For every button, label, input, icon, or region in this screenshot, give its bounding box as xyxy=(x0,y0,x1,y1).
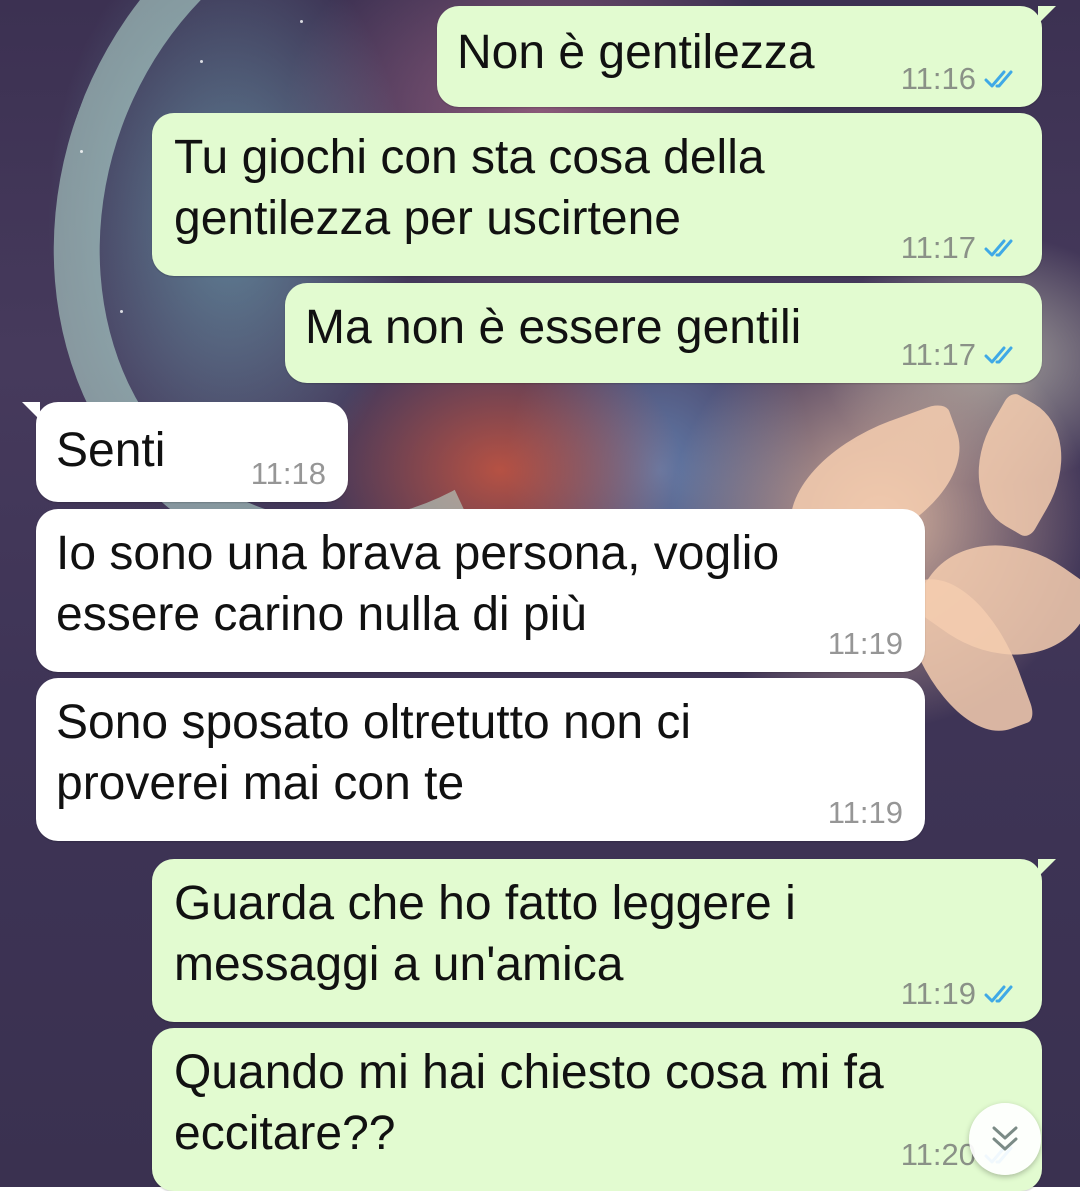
message-text: Quando mi hai chiesto cosa mi fa eccitar… xyxy=(174,1046,884,1160)
message-meta: 11:18 xyxy=(251,456,326,492)
message-text: Tu giochi con sta cosa della gentilezza … xyxy=(174,131,765,245)
message-text: Ma non è essere gentili xyxy=(305,301,802,354)
outgoing-message[interactable]: Non è gentilezza 11:16 xyxy=(437,6,1056,107)
bubble-tail xyxy=(22,402,40,420)
outgoing-message[interactable]: Guarda che ho fatto leggere i messaggi a… xyxy=(152,859,1056,1022)
message-time: 11:17 xyxy=(900,337,976,372)
message-time: 11:19 xyxy=(827,795,903,830)
double-check-icon xyxy=(984,70,1013,88)
outgoing-message[interactable]: Tu giochi con sta cosa della gentilezza … xyxy=(152,113,1042,276)
bubble-tail xyxy=(1038,6,1056,24)
double-check-icon xyxy=(984,985,1013,1003)
message-time: 11:16 xyxy=(900,61,976,96)
message-meta: 11:19 xyxy=(901,976,1020,1012)
double-chevron-down-icon xyxy=(992,1126,1018,1151)
message-text: Guarda che ho fatto leggere i messaggi a… xyxy=(174,877,796,991)
message-time: 11:20 xyxy=(900,1137,976,1172)
incoming-message[interactable]: Sono sposato oltretutto non ci proverei … xyxy=(36,678,925,841)
double-check-icon xyxy=(984,239,1013,257)
outgoing-message[interactable]: Quando mi hai chiesto cosa mi fa eccitar… xyxy=(152,1028,1042,1191)
message-text: Non è gentilezza xyxy=(457,26,815,79)
message-text: Sono sposato oltretutto non ci proverei … xyxy=(56,696,692,810)
message-time: 11:17 xyxy=(900,230,976,265)
message-meta: 11:17 xyxy=(901,230,1020,266)
message-meta: 11:19 xyxy=(828,795,903,831)
message-time: 11:19 xyxy=(900,976,976,1011)
incoming-message[interactable]: Io sono una brava persona, voglio essere… xyxy=(36,509,925,672)
message-text: Senti xyxy=(56,424,166,477)
message-time: 11:19 xyxy=(827,626,903,661)
message-meta: 11:17 xyxy=(901,337,1020,373)
scroll-to-bottom-button[interactable] xyxy=(969,1103,1041,1175)
message-time: 11:18 xyxy=(250,456,326,491)
message-meta: 11:19 xyxy=(828,626,903,662)
message-meta: 11:16 xyxy=(901,61,1020,97)
incoming-message[interactable]: Senti 11:18 xyxy=(22,402,348,502)
message-list[interactable]: Non è gentilezza 11:16 Tu giochi con sta… xyxy=(0,0,1080,1191)
message-text: Io sono una brava persona, voglio essere… xyxy=(56,527,780,641)
bubble-tail xyxy=(1038,859,1056,877)
outgoing-message[interactable]: Ma non è essere gentili 11:17 xyxy=(285,283,1042,383)
double-check-icon xyxy=(984,346,1013,364)
